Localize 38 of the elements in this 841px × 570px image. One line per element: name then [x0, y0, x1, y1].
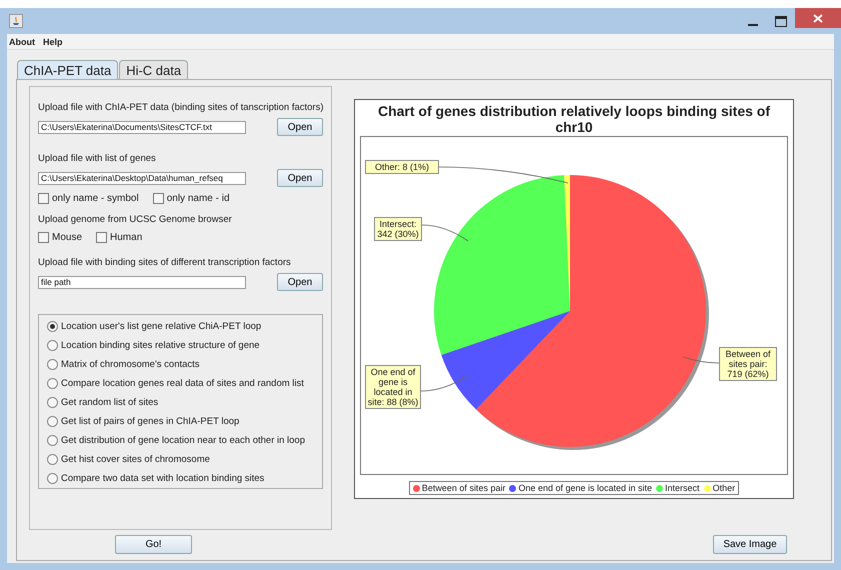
- open-button[interactable]: Open: [277, 273, 323, 291]
- checkbox-label: only name - id: [166, 193, 230, 204]
- open-button[interactable]: Open: [277, 169, 323, 187]
- radio-label: Location binding sites relative structure of gene: [61, 340, 260, 351]
- legend-label: One end of gene is located in site: [518, 483, 652, 493]
- section-label: Upload file with list of genes: [38, 152, 157, 165]
- go-button[interactable]: Go!: [115, 535, 192, 554]
- radio-label: Matrix of chromosome's contacts: [61, 359, 200, 370]
- open-button[interactable]: Open: [277, 118, 323, 136]
- section-label: Upload file with binding sites of different transcription factors: [38, 256, 292, 269]
- legend-label: Other: [712, 483, 736, 493]
- menu-item[interactable]: Help: [43, 36, 63, 46]
- radio-label: Get distribution of gene location near to each other in loop: [61, 435, 305, 446]
- slice-label: Between of sites pair: 719 (62%): [719, 347, 777, 381]
- checkbox-label: Mouse: [52, 232, 82, 243]
- radio-label: Compare location genes real data of sites and random list: [61, 378, 304, 389]
- tab[interactable]: Hi-C data: [119, 60, 188, 79]
- radio-label: Location user's list gene relative ChiA-PET loop: [61, 321, 262, 332]
- menu-item[interactable]: About: [9, 36, 35, 46]
- legend-label: Intersect: [665, 483, 700, 493]
- radio-label: Get hist cover sites of chromosome: [61, 454, 210, 465]
- file-path-field[interactable]: C:\Users\Ekaterina\Documents\SitesCTCF.txt: [38, 120, 246, 134]
- file-path-field[interactable]: file path: [38, 276, 246, 288]
- legend-label: Between of sites pair: [422, 483, 506, 493]
- radio-label: Get list of pairs of genes in ChIA-PET loop: [61, 416, 240, 427]
- chart-title: Chart of genes distribution relatively loops binding sites of chr10: [376, 103, 772, 135]
- checkbox-label: Human: [110, 232, 142, 243]
- checkbox-label: only name - symbol: [52, 193, 139, 204]
- radio-label: Compare two data set with location binding sites: [61, 473, 264, 484]
- file-path-field[interactable]: C:\Users\Ekaterina\Desktop\Data\human_refseq: [38, 172, 246, 184]
- radio-label: Get random list of sites: [61, 397, 158, 408]
- tab[interactable]: ChIA-PET data: [17, 60, 118, 79]
- slice-label: Intersect: 342 (30%): [374, 217, 422, 241]
- section-label: Upload genome from UCSC Genome browser: [38, 213, 233, 226]
- section-label: Upload file with ChIA-PET data (binding sites of tanscription factors): [38, 101, 323, 114]
- save-image-button[interactable]: Save Image: [713, 535, 787, 554]
- slice-label: Other: 8 (1%): [365, 160, 439, 174]
- slice-label: One end of gene is located in site: 88 (8%): [365, 365, 421, 409]
